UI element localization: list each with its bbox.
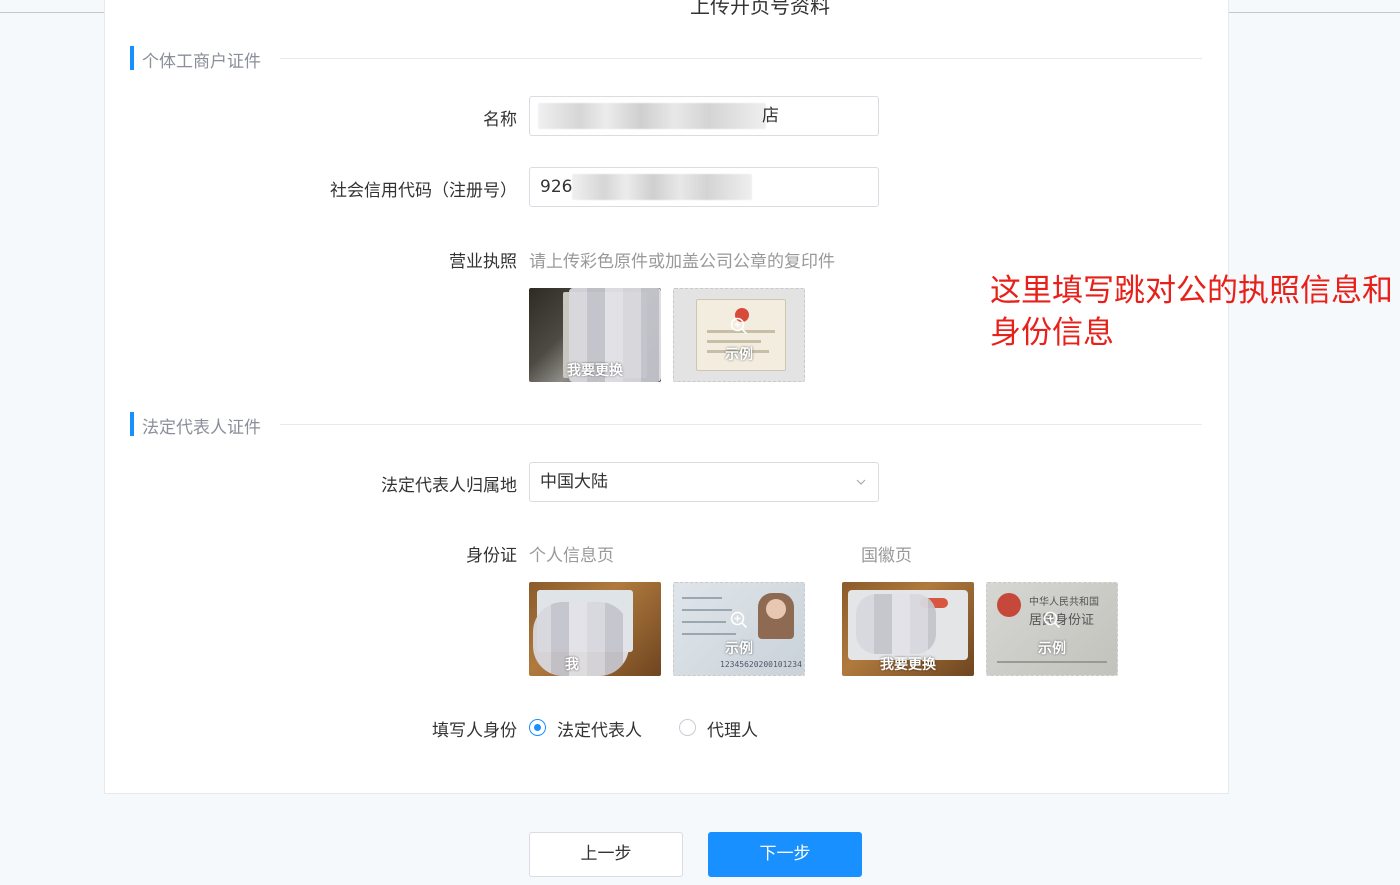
prev-step-button[interactable]: 上一步 (529, 832, 683, 877)
license-sample-image[interactable]: 示例 (673, 288, 805, 382)
sample-label: 示例 (725, 347, 753, 363)
id-front-sample-image[interactable]: 12345620200101234 示例 (673, 582, 805, 676)
text-line (682, 621, 726, 623)
name-value-tail: 店 (762, 106, 779, 126)
credit-code-label: 社会信用代码（注册号） (330, 181, 517, 201)
license-uploaded-image[interactable]: 我要更换 (529, 288, 661, 382)
id-back-sample-image[interactable]: 中华人民共和国 居民身份证 示例 (986, 582, 1118, 676)
text-line (997, 661, 1107, 663)
section-accent-bar (130, 46, 134, 70)
id-back-uploaded-image[interactable]: 我要更换 (842, 582, 974, 676)
radio-label: 法定代表人 (557, 721, 642, 741)
zoom-in-icon[interactable] (730, 611, 748, 629)
section-header-legal: 法定代表人证件 (130, 412, 1202, 438)
text-line (682, 597, 722, 599)
zoom-in-icon[interactable] (1043, 611, 1061, 629)
emblem-text-line2: 居民身份证 (1029, 613, 1095, 628)
credit-code-input[interactable]: 926 (529, 167, 879, 207)
license-label: 营业执照 (449, 252, 517, 272)
name-label: 名称 (483, 110, 517, 130)
sample-label: 示例 (725, 641, 753, 657)
front-side-hint: 个人信息页 (529, 546, 614, 566)
section-header-business: 个体工商户证件 (130, 46, 1202, 72)
name-input[interactable]: 店 (529, 96, 879, 136)
national-emblem-icon (997, 593, 1021, 617)
redacted-value (538, 103, 766, 129)
page-title: 上传开页号资料 (690, 0, 830, 18)
back-side-hint: 国徽页 (861, 546, 912, 566)
annotation-note: 这里填写跳对公的执照信息和身份信息 (990, 273, 1393, 351)
zoom-in-icon[interactable] (730, 317, 748, 335)
next-step-button[interactable]: 下一步 (708, 832, 862, 877)
section-accent-bar (130, 412, 134, 436)
text-line (682, 633, 736, 635)
chevron-down-icon (856, 479, 866, 485)
section-title: 个体工商户证件 (142, 52, 261, 72)
region-value: 中国大陆 (540, 472, 608, 492)
text-line (707, 340, 761, 343)
portrait-photo (758, 593, 794, 639)
section-title: 法定代表人证件 (142, 418, 261, 438)
replace-label: 我要更换 (880, 657, 936, 673)
id-front-uploaded-image[interactable]: 我 (529, 582, 661, 676)
radio-label: 代理人 (707, 721, 758, 741)
region-select[interactable]: 中国大陆 (529, 462, 879, 502)
region-label: 法定代表人归属地 (381, 476, 517, 496)
replace-label: 我要更换 (567, 363, 623, 379)
section-rule (280, 424, 1202, 425)
section-rule (280, 58, 1202, 59)
radio-unchecked-icon[interactable] (679, 719, 696, 736)
emblem-text-line1: 中华人民共和国 (1029, 597, 1099, 608)
mosaic-blur (856, 594, 936, 654)
id-front-sample-card: 12345620200101234 (674, 583, 804, 675)
replace-label: 我 (565, 657, 579, 673)
redacted-value (572, 174, 752, 200)
text-line (682, 609, 732, 611)
credit-code-prefix: 926 (540, 177, 573, 197)
id-card-label: 身份证 (466, 546, 517, 566)
id-sample-number: 12345620200101234 (720, 660, 802, 669)
license-hint: 请上传彩色原件或加盖公司公章的复印件 (529, 252, 835, 272)
radio-checked-icon[interactable] (529, 719, 546, 736)
sample-label: 示例 (1038, 641, 1066, 657)
role-label: 填写人身份 (432, 721, 517, 741)
id-back-sample-card: 中华人民共和国 居民身份证 (987, 583, 1117, 675)
